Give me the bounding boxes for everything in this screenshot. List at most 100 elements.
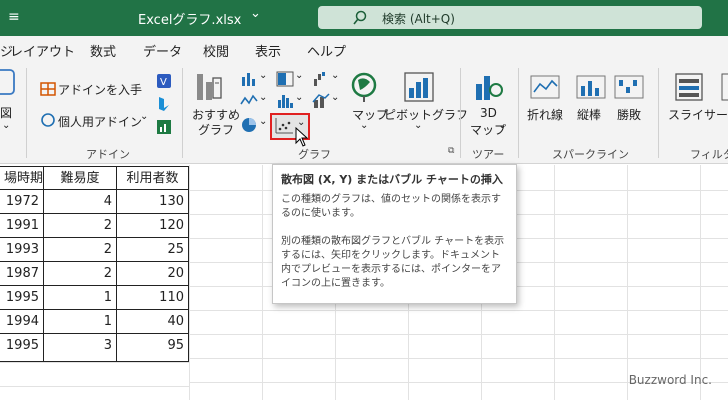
- table-cell[interactable]: 110: [117, 286, 189, 310]
- sparkline-winloss-button[interactable]: 勝敗: [617, 106, 641, 123]
- header-cell[interactable]: 利用者数: [117, 166, 189, 190]
- map-chart-label: マップ: [352, 108, 389, 122]
- people-graph-icon[interactable]: [155, 118, 173, 136]
- search-label: 検索 (Alt+Q): [382, 12, 455, 26]
- table-cell[interactable]: 2: [44, 214, 117, 238]
- pie-chart-chevron-icon[interactable]: ⌄: [259, 116, 267, 127]
- map-chart-chevron-icon[interactable]: ⌄: [360, 120, 368, 131]
- table-cell[interactable]: 3: [44, 334, 117, 362]
- get-addins-button[interactable]: アドインを入手: [58, 81, 142, 98]
- table-cell[interactable]: 1993: [0, 238, 44, 262]
- table-cell[interactable]: 120: [117, 214, 189, 238]
- table-cell[interactable]: 1994: [0, 310, 44, 334]
- table-cell[interactable]: 20: [117, 262, 189, 286]
- table-cell[interactable]: 25: [117, 238, 189, 262]
- table-cell[interactable]: 1995: [0, 334, 44, 362]
- table-cell[interactable]: 1995: [0, 286, 44, 310]
- sparkline-column-icon[interactable]: [576, 74, 606, 100]
- 3d-map-icon[interactable]: [473, 70, 503, 104]
- pivot-chart-label[interactable]: ピボットグラフ: [384, 106, 468, 123]
- shapes-label: 図: [0, 106, 13, 120]
- table-cell[interactable]: 1972: [0, 190, 44, 214]
- gridline: [262, 165, 263, 400]
- hierarchy-chart-icon[interactable]: [276, 70, 294, 88]
- dialog-launcher-icon[interactable]: ⧉: [448, 146, 454, 156]
- svg-text:V: V: [160, 77, 167, 88]
- menu-item-formulas[interactable]: 数式: [90, 41, 116, 60]
- statistic-chart-icon[interactable]: [276, 92, 294, 110]
- slicer-icon[interactable]: [674, 72, 704, 102]
- pie-chart-icon[interactable]: [240, 116, 258, 134]
- table-cell[interactable]: 1987: [0, 262, 44, 286]
- header-cell[interactable]: 難易度: [44, 166, 117, 190]
- table-cell[interactable]: 2: [44, 238, 117, 262]
- file-menu-chevron-icon[interactable]: ⌄: [250, 6, 261, 21]
- column-chart-icon[interactable]: [240, 70, 258, 88]
- menu-item-data[interactable]: データ: [143, 41, 182, 60]
- timeline-icon[interactable]: [720, 72, 728, 102]
- bing-maps-icon[interactable]: [155, 95, 173, 113]
- slicer-button[interactable]: スライサー: [668, 106, 728, 123]
- table-cell[interactable]: 4: [44, 190, 117, 214]
- sparkline-line-icon[interactable]: [530, 74, 560, 100]
- table-cell[interactable]: 40: [117, 310, 189, 334]
- table-cell[interactable]: 1: [44, 286, 117, 310]
- gridline: [189, 334, 728, 335]
- search-box[interactable]: 検索 (Alt+Q): [318, 6, 702, 29]
- sparkline-winloss-icon[interactable]: [614, 74, 644, 100]
- group-chart-label: グラフ: [298, 148, 331, 161]
- group-separator: [658, 68, 659, 158]
- personal-addin-icon: [41, 113, 55, 127]
- table-cell[interactable]: 1: [44, 310, 117, 334]
- mouse-cursor-icon: [295, 127, 309, 147]
- gridline: [0, 362, 189, 363]
- shapes-icon[interactable]: [0, 68, 16, 96]
- group-addin-label: アドイン: [86, 148, 130, 161]
- watermark: Buzzword Inc.: [628, 373, 712, 387]
- group-separator: [518, 68, 519, 158]
- 3d-map-chevron-icon[interactable]: ⌄: [498, 120, 506, 131]
- line-chart-icon[interactable]: [240, 92, 258, 110]
- menu-item-view[interactable]: 表示: [255, 41, 281, 60]
- table-cell[interactable]: 95: [117, 334, 189, 362]
- map-chart-icon[interactable]: [350, 70, 378, 104]
- gridline: [627, 165, 628, 400]
- menu-item-help[interactable]: ヘルプ: [307, 41, 346, 60]
- combo-chart-chevron-icon[interactable]: ⌄: [331, 92, 339, 103]
- my-addins-chevron-icon[interactable]: ⌄: [140, 111, 148, 122]
- file-name: Excelグラフ.xlsx: [138, 13, 242, 28]
- tooltip-hint: 別の種類の散布図グラフとバブル チャートを表示するには、矢印をクリックします。ド…: [281, 236, 505, 289]
- menu-item-review[interactable]: 校閲: [203, 41, 229, 60]
- waterfall-chart-icon[interactable]: [312, 70, 330, 88]
- sparkline-line-button[interactable]: 折れ線: [527, 106, 563, 123]
- table-cell[interactable]: 1991: [0, 214, 44, 238]
- gridline: [700, 165, 701, 400]
- search-icon: [353, 10, 367, 25]
- hierarchy-chart-chevron-icon[interactable]: ⌄: [295, 70, 303, 81]
- tooltip-title: 散布図 (X, Y) またはバブル チャートの挿入: [281, 173, 503, 186]
- shapes-chevron-icon[interactable]: ⌄: [2, 120, 10, 131]
- table-cell[interactable]: 2: [44, 262, 117, 286]
- group-tour-label: ツアー: [472, 148, 505, 161]
- gridline: [554, 165, 555, 400]
- waterfall-chart-chevron-icon[interactable]: ⌄: [331, 70, 339, 81]
- menu-item-layout[interactable]: レイアウト: [10, 41, 75, 60]
- pivot-chart-chevron-icon[interactable]: ⌄: [414, 120, 422, 131]
- tooltip-description: この種類のグラフは、値のセットの関係を表示するのに使います。: [281, 194, 501, 219]
- combo-chart-icon[interactable]: [312, 92, 330, 110]
- recommended-chart-icon[interactable]: [196, 70, 222, 104]
- table-cell[interactable]: 130: [117, 190, 189, 214]
- sparkline-column-button[interactable]: 縦棒: [577, 106, 601, 123]
- group-separator: [460, 68, 461, 158]
- my-addins-button[interactable]: 個人用アドイン: [58, 113, 142, 130]
- statistic-chart-chevron-icon[interactable]: ⌄: [295, 92, 303, 103]
- column-chart-chevron-icon[interactable]: ⌄: [259, 70, 267, 81]
- visio-icon[interactable]: V: [155, 72, 173, 90]
- scatter-chart-icon: [275, 118, 293, 134]
- customize-qat-icon[interactable]: ≡: [8, 9, 20, 25]
- gridline: [189, 310, 728, 311]
- group-filter-label: フィルター: [690, 148, 728, 161]
- pivot-chart-icon[interactable]: [404, 70, 434, 104]
- header-cell[interactable]: 場時期: [0, 166, 44, 190]
- line-chart-chevron-icon[interactable]: ⌄: [259, 92, 267, 103]
